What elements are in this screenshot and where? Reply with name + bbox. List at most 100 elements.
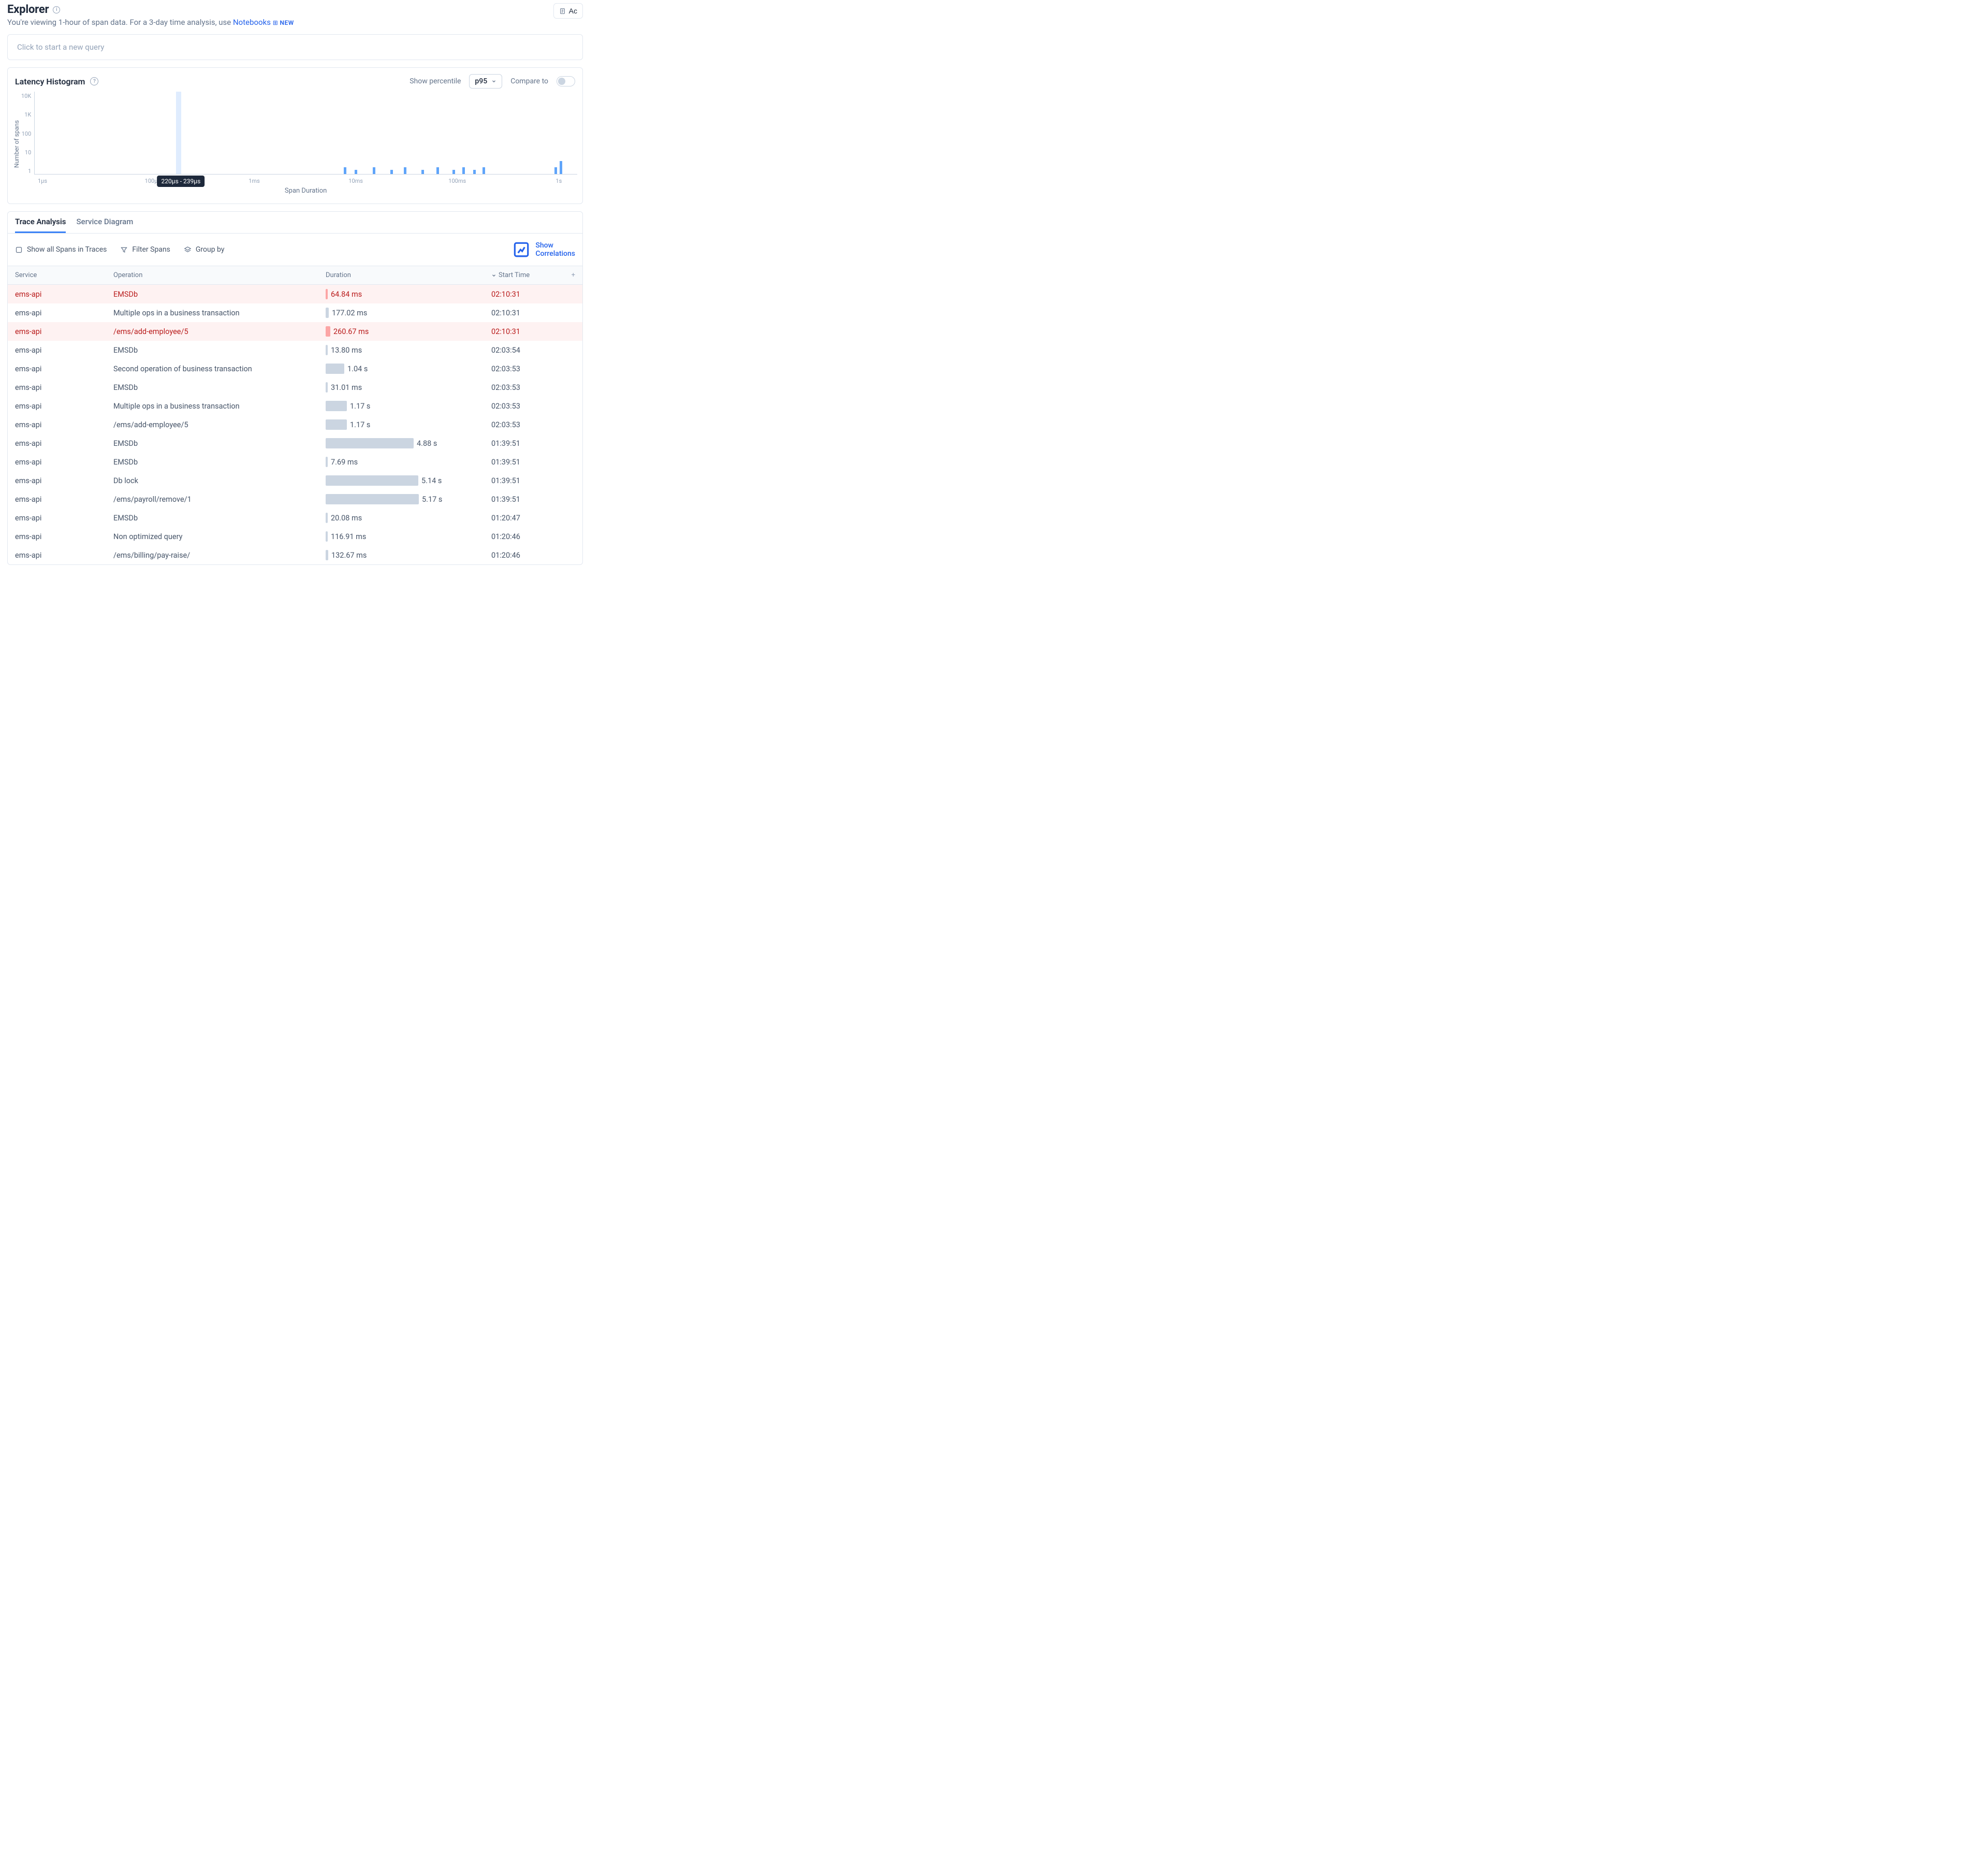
correlations-icon (511, 240, 531, 259)
duration-text: 64.84 ms (328, 290, 362, 299)
duration-bar (326, 494, 419, 504)
cell-operation: Multiple ops in a business transaction (113, 309, 326, 317)
document-icon (559, 8, 566, 14)
cell-start-time: 01:20:47 (491, 514, 563, 522)
table-row[interactable]: ems-api/ems/add-employee/51.17 s02:03:53 (8, 415, 582, 434)
cell-service: ems-api (15, 327, 113, 336)
filter-label: Filter Spans (132, 245, 170, 254)
duration-text: 177.02 ms (329, 309, 367, 317)
histogram-bar[interactable] (355, 170, 357, 174)
percentile-select[interactable]: p95 (469, 74, 502, 89)
duration-bar (326, 438, 414, 448)
histogram-bar[interactable] (554, 167, 557, 174)
cell-service: ems-api (15, 420, 113, 429)
cell-start-time: 02:10:31 (491, 327, 563, 336)
cell-operation: /ems/payroll/remove/1 (113, 495, 326, 504)
correlations-label: Show Correlations (535, 241, 575, 258)
layers-icon (184, 246, 192, 254)
filter-spans-button[interactable]: Filter Spans (120, 245, 170, 254)
table-header: Service Operation Duration Start Time + (8, 266, 582, 285)
histogram-bar[interactable] (344, 167, 346, 174)
histogram-bar[interactable] (483, 167, 485, 174)
table-row[interactable]: ems-apiEMSDb20.08 ms01:20:47 (8, 509, 582, 527)
table-row[interactable]: ems-apiEMSDb31.01 ms02:03:53 (8, 378, 582, 397)
cell-duration: 116.91 ms (326, 531, 491, 542)
info-icon[interactable]: i (53, 6, 60, 13)
cell-start-time: 01:20:46 (491, 532, 563, 541)
duration-text: 1.04 s (344, 365, 368, 373)
cell-start-time: 02:03:53 (491, 402, 563, 411)
table-row[interactable]: ems-apiEMSDb4.88 s01:39:51 (8, 434, 582, 453)
histogram-plot[interactable] (34, 92, 577, 175)
actions-button[interactable]: Ac (553, 3, 583, 19)
cell-start-time: 01:20:46 (491, 551, 563, 560)
duration-text: 5.17 s (419, 495, 442, 504)
histogram-bar[interactable] (560, 161, 562, 174)
cell-duration: 13.80 ms (326, 345, 491, 355)
table-row[interactable]: ems-apiDb lock5.14 s01:39:51 (8, 471, 582, 490)
x-axis: Span Duration 1µs100µs1ms10ms100ms1s220µ… (34, 175, 577, 196)
table-row[interactable]: ems-apiMultiple ops in a business transa… (8, 397, 582, 415)
histogram-bar[interactable] (373, 167, 375, 174)
col-start-label: Start Time (499, 271, 530, 279)
table-row[interactable]: ems-api/ems/billing/pay-raise/132.67 ms0… (8, 546, 582, 564)
cell-operation: Second operation of business transaction (113, 365, 326, 373)
help-icon[interactable]: ? (90, 77, 98, 85)
show-all-spans-toggle[interactable]: Show all Spans in Traces (15, 245, 107, 254)
histogram-bar[interactable] (421, 170, 424, 174)
table-row[interactable]: ems-api/ems/add-employee/5 260.67 ms 02:10… (8, 322, 582, 341)
cell-duration: 260.67 ms (326, 326, 491, 337)
histogram-bar[interactable] (473, 170, 476, 174)
cell-duration: 5.17 s (326, 494, 491, 504)
show-all-label: Show all Spans in Traces (27, 245, 107, 254)
histogram-bar[interactable] (452, 170, 455, 174)
actions-button-label: Ac (569, 7, 577, 15)
cell-service: ems-api (15, 365, 113, 373)
show-correlations-link[interactable]: Show Correlations (511, 240, 575, 259)
histogram-bar[interactable] (436, 167, 439, 174)
table-row[interactable]: ems-apiEMSDb7.69 ms01:39:51 (8, 453, 582, 471)
percentile-value: p95 (475, 77, 487, 85)
cell-operation: EMSDb (113, 458, 326, 467)
add-column-button[interactable]: + (572, 271, 575, 279)
table-row[interactable]: ems-apiEMSDb13.80 ms02:03:54 (8, 341, 582, 359)
histogram-bar[interactable] (462, 167, 465, 174)
table-row[interactable]: ems-apiEMSDb64.84 ms02:10:31 (8, 285, 582, 303)
compare-toggle[interactable] (557, 76, 575, 86)
duration-text: 116.91 ms (328, 532, 366, 541)
chevron-down-icon (491, 79, 496, 84)
duration-text: 1.17 s (347, 420, 370, 429)
col-service[interactable]: Service (15, 271, 113, 279)
cell-start-time: 01:39:51 (491, 458, 563, 467)
cell-duration: 4.88 s (326, 438, 491, 448)
x-tick-label: 1ms (248, 178, 260, 184)
histogram-panel: Latency Histogram ? Show percentile p95 … (7, 67, 583, 204)
histogram-title: Latency Histogram (15, 77, 85, 86)
cell-operation: /ems/add-employee/5 (113, 327, 326, 336)
table-row[interactable]: ems-api/ems/payroll/remove/15.17 s01:39:… (8, 490, 582, 509)
cell-operation: /ems/add-employee/5 (113, 420, 326, 429)
table-row[interactable]: ems-apiMultiple ops in a business transa… (8, 303, 582, 322)
histogram-bar[interactable] (404, 167, 406, 174)
table-row[interactable]: ems-apiNon optimized query116.91 ms01:20… (8, 527, 582, 546)
notebooks-link[interactable]: Notebooks (233, 18, 271, 27)
query-input[interactable]: Click to start a new query (7, 34, 583, 60)
cell-start-time: 02:03:53 (491, 365, 563, 373)
cell-operation: EMSDb (113, 514, 326, 522)
duration-bar (326, 475, 418, 486)
col-duration[interactable]: Duration (326, 271, 491, 279)
cell-service: ems-api (15, 290, 113, 299)
cell-operation: EMSDb (113, 346, 326, 355)
group-by-button[interactable]: Group by (184, 245, 225, 254)
col-start-time[interactable]: Start Time (491, 271, 563, 279)
table-row[interactable]: ems-apiSecond operation of business tran… (8, 359, 582, 378)
tab-trace-analysis[interactable]: Trace Analysis (15, 217, 66, 233)
col-operation[interactable]: Operation (113, 271, 326, 279)
page-title-text: Explorer (7, 3, 49, 16)
cell-operation: Multiple ops in a business transaction (113, 402, 326, 411)
cell-duration: 7.69 ms (326, 457, 491, 467)
histogram-bar[interactable] (390, 170, 393, 174)
tab-service-diagram[interactable]: Service Diagram (76, 217, 133, 233)
duration-text: 260.67 ms (330, 327, 369, 336)
cell-start-time: 02:10:31 (491, 309, 563, 317)
